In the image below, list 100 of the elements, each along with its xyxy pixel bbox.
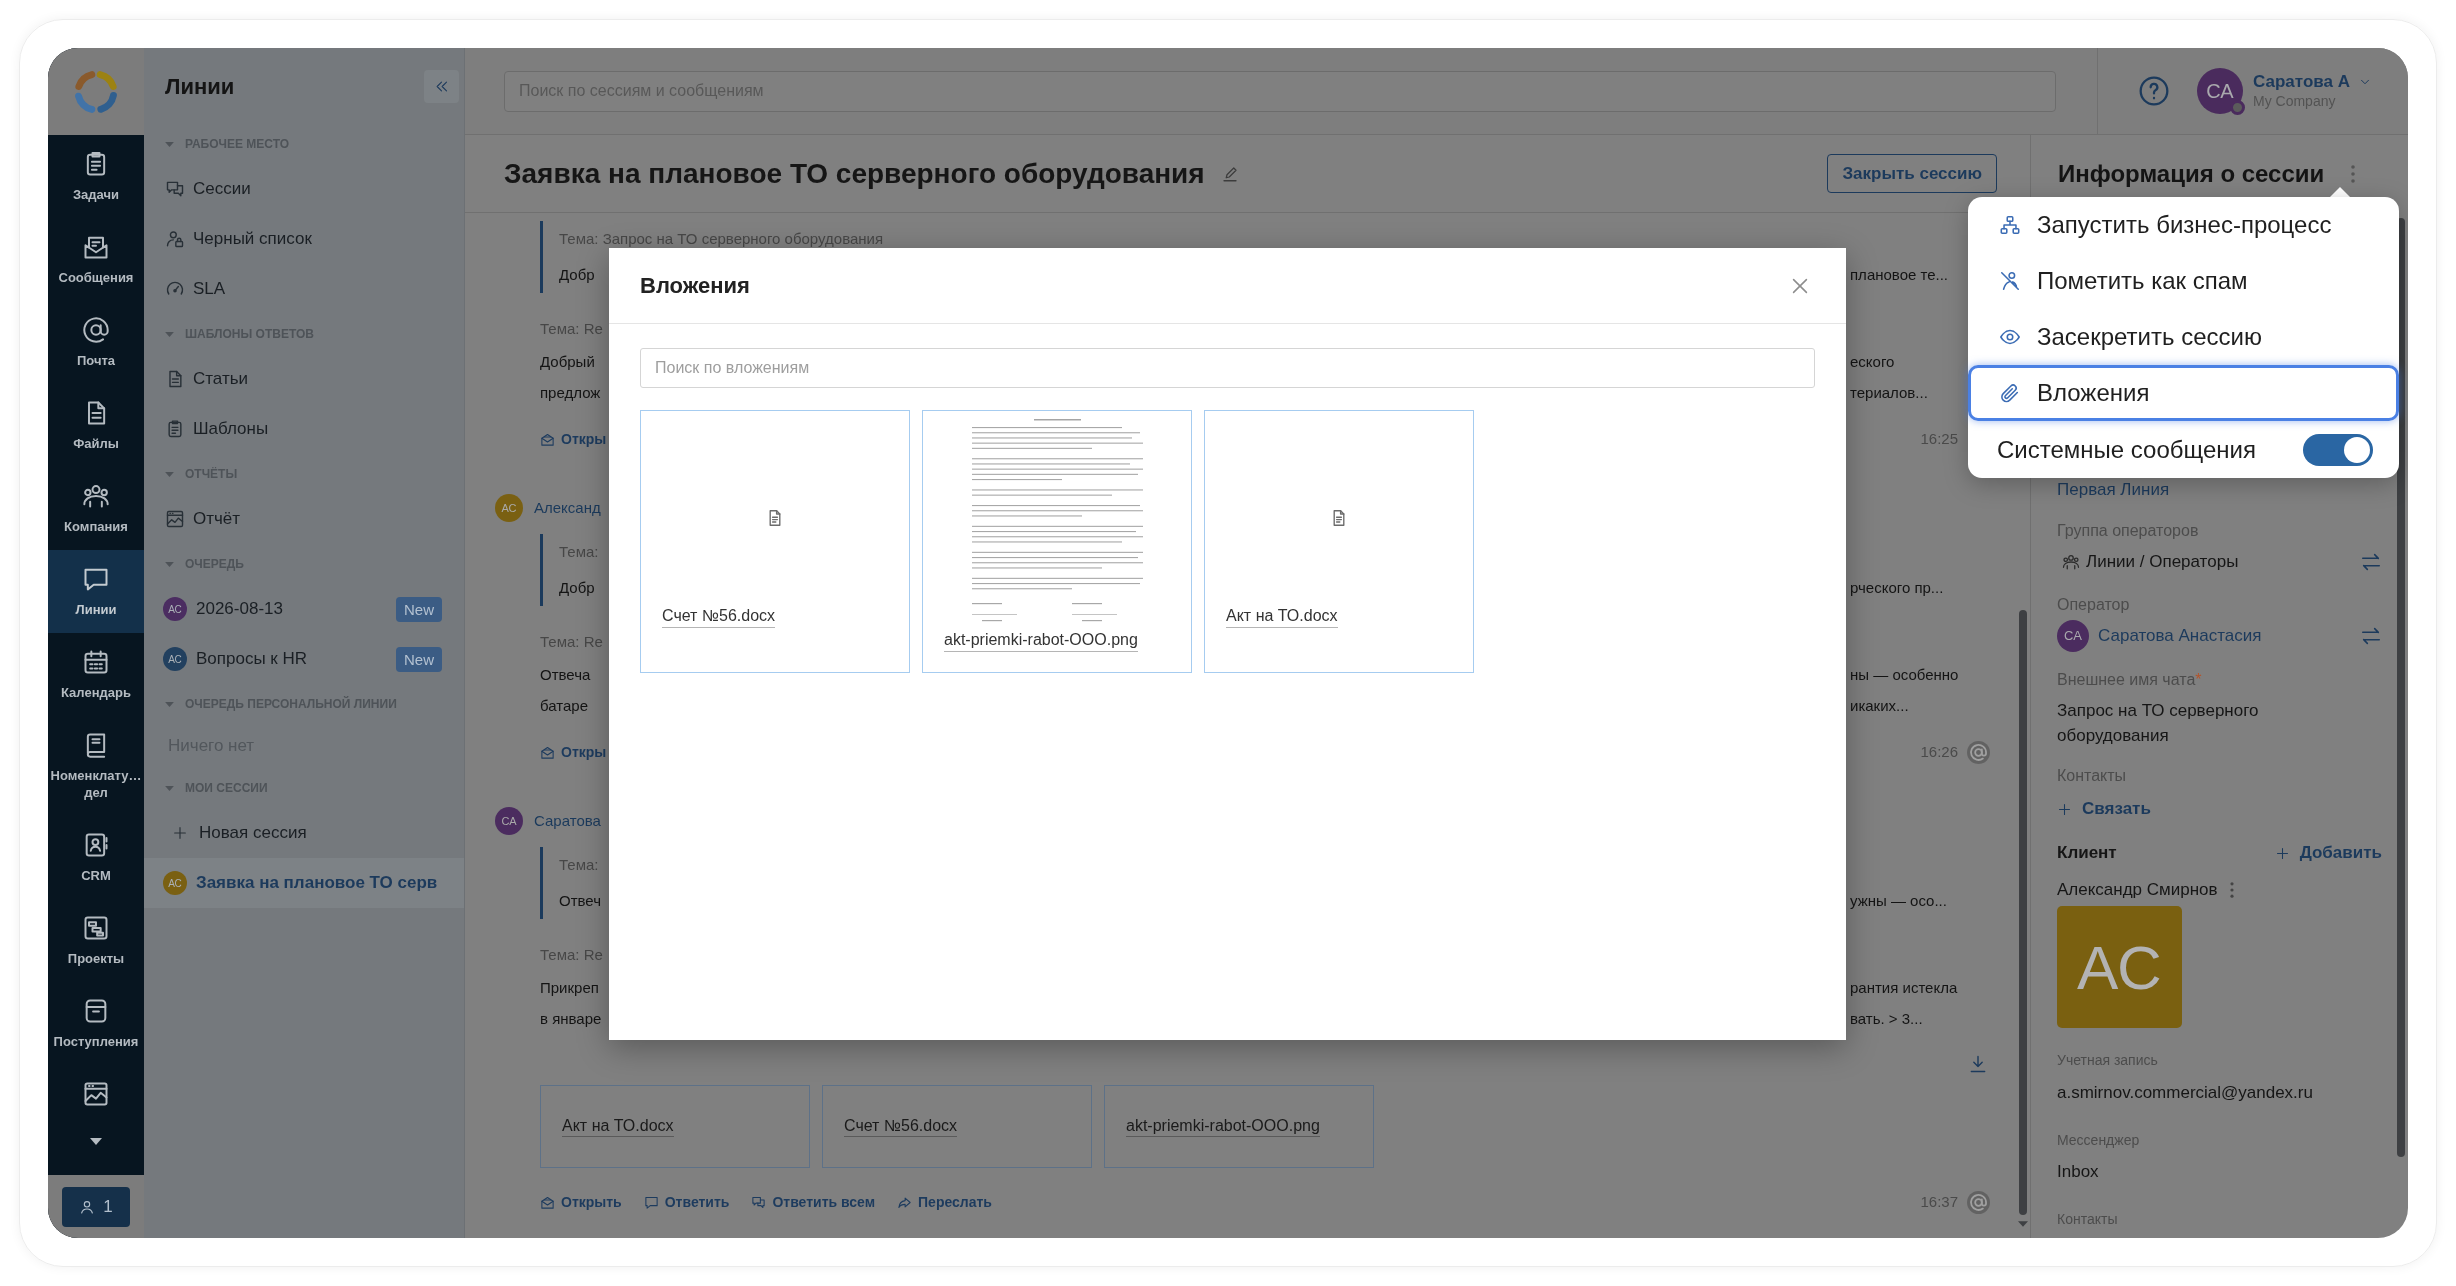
file-name-link[interactable]: akt-priemki-rabot-OOO.png (944, 629, 1138, 652)
sidebar-item[interactable]: Сессии (144, 164, 464, 214)
sidebar-item[interactable]: Статьи (144, 354, 464, 404)
message-action-link[interactable]: Переслать (897, 1191, 992, 1213)
chart-icon (82, 1080, 110, 1108)
scrollbar-thumb[interactable] (2019, 610, 2027, 1215)
link-contact-button[interactable]: Связать (2057, 796, 2151, 822)
envelope-icon (540, 744, 555, 760)
user-avatar[interactable]: СА (2197, 68, 2243, 114)
menu-item[interactable]: Вложения (1968, 365, 2399, 421)
envelope-icon (540, 1194, 555, 1210)
more-icon[interactable] (2351, 165, 2355, 183)
session-item[interactable]: АС Заявка на плановое ТО серв (144, 858, 464, 908)
message-action-link[interactable]: Откры (540, 741, 607, 763)
attachment-card[interactable]: Акт на ТО.docx (1204, 410, 1474, 673)
message-text: Добр (559, 579, 595, 596)
swap-icon[interactable] (2360, 551, 2382, 573)
session-title: Заявка на плановое ТО серверного оборудования (504, 156, 1205, 191)
sidebar-title: Линии (165, 72, 235, 101)
menu-item[interactable]: Засекретить сессию (1968, 309, 2399, 365)
message-text: Отвеч (559, 892, 601, 909)
close-session-button[interactable]: Закрыть сессию (1827, 154, 1997, 193)
message-action-link[interactable]: Ответить (643, 1191, 730, 1213)
collapse-button[interactable] (424, 69, 459, 103)
board-icon (82, 914, 110, 942)
message-text: рческого пр... (1850, 579, 1944, 596)
file-name-link[interactable]: akt-priemki-rabot-OOO.png (1126, 1116, 1320, 1137)
avatar: АС (163, 597, 187, 621)
nav-item[interactable]: Сообщения (48, 218, 144, 301)
attachment-card[interactable]: Акт на ТО.docx (540, 1085, 810, 1168)
sidebar-item[interactable]: Отчёт (144, 494, 464, 544)
message-text: ужны — осо... (1850, 892, 1947, 909)
attachment-card[interactable]: akt-priemki-rabot-OOO.png (922, 410, 1192, 673)
dialog-title: Вложения (640, 272, 750, 300)
sidebar-item[interactable]: Черный список (144, 214, 464, 264)
queue-item[interactable]: АС Вопросы к HR New (144, 634, 464, 684)
file-name-link[interactable]: Счет №56.docx (662, 605, 776, 628)
quote-bar (540, 847, 543, 919)
message-action-link[interactable]: Открыть (540, 1191, 622, 1213)
menu-item[interactable]: Пометить как спам (1968, 253, 2399, 309)
operator-name[interactable]: Саратова Анастасия (2098, 623, 2262, 649)
add-client-button[interactable]: Добавить (2274, 840, 2382, 866)
file-name-link[interactable]: Акт на ТО.docx (562, 1116, 674, 1137)
sidebar-item[interactable]: Шаблоны (144, 404, 464, 454)
nav-item[interactable]: Компания (48, 467, 144, 550)
nav-item[interactable]: Файлы (48, 384, 144, 467)
chart-icon (165, 509, 185, 529)
nav-item[interactable]: CRM (48, 816, 144, 899)
queue-item[interactable]: АС 2026-08-13 New (144, 584, 464, 634)
calendar-icon (82, 648, 110, 676)
attachment-card[interactable]: Счет №56.docx (640, 410, 910, 673)
people-icon (2062, 553, 2080, 571)
client-avatar: АС (2057, 906, 2182, 1028)
download-icon[interactable] (1968, 1054, 1988, 1074)
message-subject: Тема: Re (540, 320, 603, 337)
paperclip-icon (1999, 382, 2021, 404)
message-text: териалов... (1850, 383, 1928, 401)
caret-down-icon[interactable] (90, 1138, 102, 1145)
swap-icon[interactable] (2360, 625, 2382, 647)
field-value: a.smirnov.commercial@yandex.ru (2057, 1082, 2313, 1104)
sidebar-item[interactable]: SLA (144, 264, 464, 314)
message-action-link[interactable]: Откры (540, 428, 607, 450)
message-text: в январе (540, 1009, 602, 1027)
person-crossed-icon (1999, 270, 2021, 292)
avatar: СА (495, 807, 523, 835)
toggle-switch[interactable] (2303, 433, 2373, 466)
nav-item[interactable]: Линии (48, 550, 144, 633)
menu-item[interactable]: Запустить бизнес-процесс (1968, 197, 2399, 253)
avatar: АС (163, 871, 187, 895)
clipboard-icon (165, 419, 185, 439)
attachment-card[interactable]: akt-priemki-rabot-OOO.png (1104, 1085, 1374, 1168)
quote-bar (540, 221, 543, 293)
nav-item[interactable]: Задачи (48, 135, 144, 218)
more-icon[interactable] (2229, 882, 2234, 898)
nav-item[interactable]: Номенклату… дел (48, 716, 144, 816)
nav-item[interactable]: Поступления (48, 982, 144, 1065)
attachment-card[interactable]: Счет №56.docx (822, 1085, 1092, 1168)
message-text: икаких... (1850, 696, 1909, 714)
message-text: Добрый (540, 352, 595, 370)
file-name-link[interactable]: Счет №56.docx (844, 1116, 958, 1137)
author-name: Александ (534, 497, 601, 518)
operators-button[interactable]: 1 (62, 1186, 130, 1227)
person-lock-icon (165, 229, 185, 249)
user-name[interactable]: Саратова А (2253, 72, 2350, 92)
chat-bubble-icon (643, 1194, 659, 1210)
help-icon[interactable] (2138, 75, 2170, 107)
message-text: ны — особенно (1850, 665, 1959, 683)
line-name-link[interactable]: Первая Линия (2057, 477, 2170, 503)
message-action-link[interactable]: Ответить всем (751, 1191, 876, 1213)
author-name: Саратова (534, 810, 601, 831)
file-name-link[interactable]: Акт на ТО.docx (1226, 605, 1338, 628)
avatar: АС (495, 494, 523, 522)
nav-item[interactable]: Календарь (48, 633, 144, 716)
nav-item[interactable]: Проекты (48, 899, 144, 982)
scrollbar-thumb[interactable] (2397, 218, 2405, 1157)
logo-icon[interactable] (74, 69, 118, 114)
status-badge: New (396, 646, 442, 672)
pencil-icon[interactable] (1220, 164, 1239, 183)
nav-item[interactable]: Почта (48, 301, 144, 384)
new-session-button[interactable]: Новая сессия (144, 808, 464, 858)
